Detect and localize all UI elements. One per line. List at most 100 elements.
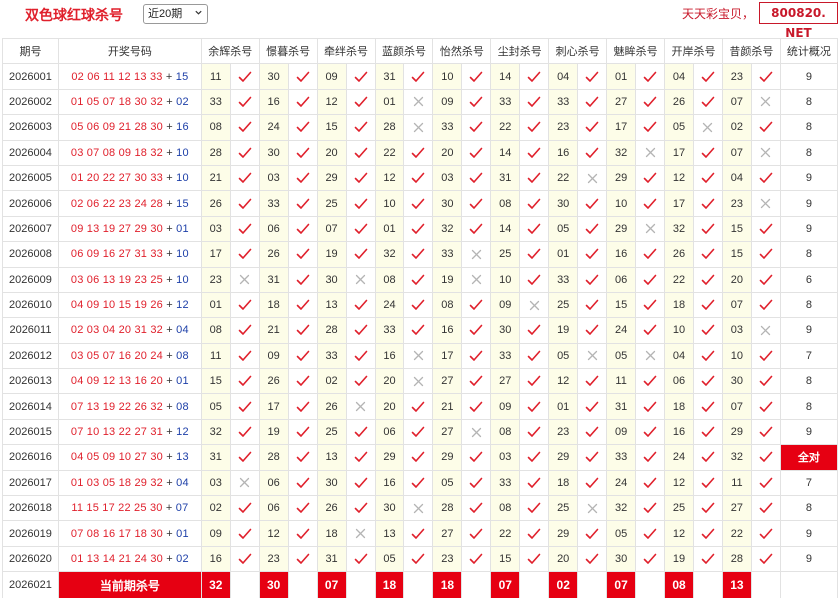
kill-number-cell: 28 <box>374 114 405 141</box>
check-icon <box>470 223 483 234</box>
check-icon <box>412 325 425 336</box>
draw-numbers-cell: 04 09 10 15 19 26 + 12 <box>57 291 202 319</box>
period-select[interactable]: 近20期 <box>143 4 208 24</box>
check-icon <box>701 502 715 514</box>
kill-result-cell <box>403 317 434 344</box>
check-icon <box>701 375 715 387</box>
kill-number-cell: 32 <box>432 215 463 243</box>
blue-ball: 08 <box>176 400 189 413</box>
kill-number-cell: 29 <box>548 444 579 471</box>
cross-icon <box>703 122 713 133</box>
blue-ball: 04 <box>176 476 189 489</box>
check-icon <box>759 350 773 361</box>
kill-number-cell: 09 <box>258 342 289 370</box>
kill-result-cell <box>345 291 376 319</box>
kill-result-cell <box>229 114 260 141</box>
check-icon <box>470 147 483 158</box>
draw-numbers-cell: 04 05 09 10 27 30 + 13 <box>57 444 202 471</box>
cross-icon <box>240 478 250 488</box>
kill-number-cell: 32 <box>606 495 637 522</box>
current-kill-blank <box>345 571 376 598</box>
check-icon <box>585 401 599 412</box>
kill-number-cell: 30 <box>258 63 289 90</box>
kill-number-cell: 20 <box>316 139 347 166</box>
kill-result-cell <box>461 88 492 116</box>
issue-cell: 2026020 <box>2 545 59 573</box>
kill-number-cell: 10 <box>490 266 521 293</box>
table-row: 2026007 09 13 19 27 29 30 + 01 03 06 07 01 32 1… <box>2 215 838 243</box>
kill-number-cell: 21 <box>258 317 289 344</box>
check-icon <box>585 198 599 209</box>
check-icon <box>585 553 599 564</box>
brand-url-link[interactable]: 800820. NET <box>759 2 838 40</box>
check-icon <box>701 223 715 234</box>
red-balls: 06 09 16 27 31 33 <box>70 248 163 261</box>
stat-cell: 8 <box>779 114 838 141</box>
kill-result-cell <box>287 520 318 547</box>
kill-number-cell: 16 <box>606 241 637 268</box>
kill-number-cell: 01 <box>548 393 579 420</box>
check-icon <box>238 122 252 133</box>
draw-numbers-cell: 09 13 19 27 29 30 + 01 <box>57 215 202 243</box>
kill-number-cell: 32 <box>374 241 405 268</box>
kill-result-cell <box>577 215 608 243</box>
kill-result-cell <box>345 545 376 573</box>
kill-result-cell <box>519 520 550 547</box>
cross-icon <box>413 376 424 386</box>
kill-number-cell: 12 <box>374 164 405 192</box>
kill-result-cell <box>287 63 318 90</box>
check-icon <box>585 223 599 234</box>
kill-number-cell: 16 <box>374 469 405 497</box>
check-icon <box>412 71 425 82</box>
check-icon <box>701 249 715 260</box>
kill-result-cell <box>403 88 434 116</box>
kill-result-cell <box>519 266 550 293</box>
check-icon <box>527 122 541 133</box>
check-icon <box>585 426 599 437</box>
current-kill-number: 18 <box>432 571 463 598</box>
kill-result-cell <box>461 495 492 522</box>
cross-icon <box>761 148 771 158</box>
plus-sign: + <box>166 375 173 388</box>
kill-result-cell <box>403 495 434 522</box>
kill-result-cell <box>750 393 781 420</box>
kill-number-cell: 30 <box>606 545 637 573</box>
table-row: 2026013 04 09 12 13 16 20 + 01 15 26 02 20 27 2… <box>2 368 838 395</box>
kill-number-cell: 11 <box>200 342 231 370</box>
check-icon <box>238 426 252 437</box>
cross-icon <box>761 325 771 336</box>
check-icon <box>527 274 541 285</box>
kill-number-cell: 06 <box>606 266 637 293</box>
kill-result-cell <box>403 342 434 370</box>
kill-number-cell: 28 <box>432 495 463 522</box>
kill-result-cell <box>461 342 492 370</box>
check-icon <box>296 426 309 437</box>
check-icon <box>354 96 367 107</box>
blue-ball: 01 <box>176 527 189 540</box>
kill-number-cell: 20 <box>374 393 405 420</box>
check-icon <box>354 249 367 260</box>
check-icon <box>527 426 541 437</box>
check-icon <box>412 426 425 437</box>
kill-result-cell <box>287 495 318 522</box>
kill-result-cell <box>635 342 666 370</box>
check-icon <box>701 553 715 564</box>
table-header-row: 期号 开奖号码 余辉杀号 憬暮杀号 牵绊杀号 蓝颜杀号 怡然杀号 尘封杀号 刺心… <box>2 37 838 65</box>
stat-cell: 9 <box>779 215 838 243</box>
stat-cell: 8 <box>779 393 838 420</box>
check-icon <box>412 528 425 539</box>
kill-result-cell <box>461 469 492 497</box>
draw-numbers-cell: 01 20 22 27 30 33 + 10 <box>57 164 202 192</box>
draw-numbers-cell: 07 10 13 22 27 31 + 12 <box>57 418 202 446</box>
kill-number-cell: 06 <box>258 469 289 497</box>
cross-icon <box>355 275 366 285</box>
check-icon <box>585 249 599 260</box>
plus-sign: + <box>166 172 173 185</box>
kill-number-cell: 31 <box>490 164 521 192</box>
kill-result-cell <box>692 520 723 547</box>
kill-table: 期号 开奖号码 余辉杀号 憬暮杀号 牵绊杀号 蓝颜杀号 怡然杀号 尘封杀号 刺心… <box>2 37 838 598</box>
kill-number-cell: 33 <box>432 114 463 141</box>
kill-number-cell: 03 <box>721 317 752 344</box>
blue-ball: 10 <box>176 248 189 261</box>
col-header: 憬暮杀号 <box>258 37 318 65</box>
